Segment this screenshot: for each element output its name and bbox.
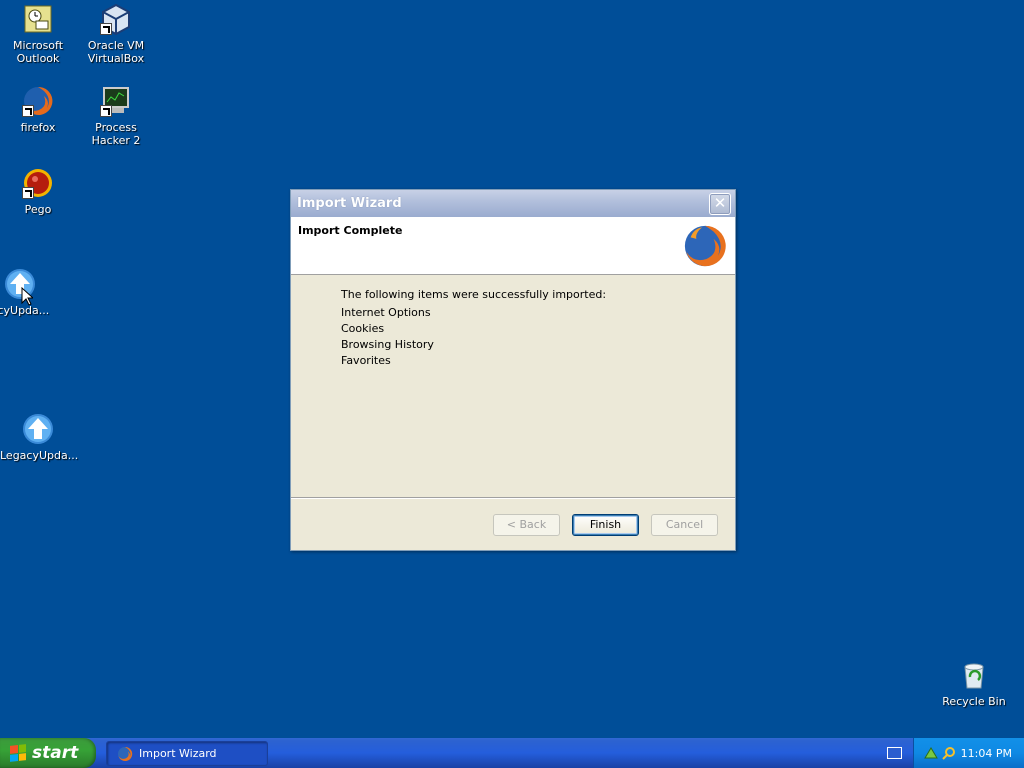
title-bar[interactable]: Import Wizard ✕ bbox=[291, 190, 735, 217]
start-button[interactable]: start bbox=[0, 738, 96, 768]
start-label: start bbox=[32, 743, 79, 763]
windows-logo-icon bbox=[10, 744, 26, 762]
firefox-icon bbox=[118, 746, 133, 761]
wizard-header: Import Complete bbox=[291, 217, 735, 275]
desktop-icon-recycle-bin[interactable]: Recycle Bin bbox=[936, 659, 1012, 708]
pego-icon bbox=[22, 167, 54, 199]
divider bbox=[291, 497, 735, 499]
close-icon: ✕ bbox=[713, 193, 727, 212]
icon-label: firefox bbox=[20, 121, 56, 134]
icon-label: Process Hacker 2 bbox=[91, 121, 141, 147]
taskbar-item-label: Import Wizard bbox=[139, 747, 217, 760]
legacy-update-icon bbox=[22, 413, 54, 445]
desktop-icon-virtualbox[interactable]: Oracle VM VirtualBox bbox=[78, 3, 154, 65]
list-item: Internet Options bbox=[341, 306, 431, 319]
shortcut-arrow-icon bbox=[100, 105, 112, 117]
cancel-button[interactable]: Cancel bbox=[651, 514, 718, 536]
list-item: Cookies bbox=[341, 322, 385, 335]
firefox-icon bbox=[22, 85, 54, 117]
button-row: < Back Finish Cancel bbox=[493, 514, 718, 536]
import-wizard-window: Import Wizard ✕ Import Complete The foll… bbox=[290, 189, 736, 551]
import-summary-text: The following items were successfully im… bbox=[341, 288, 607, 301]
search-icon[interactable] bbox=[942, 746, 956, 760]
desktop-icon-outlook[interactable]: Microsoft Outlook bbox=[0, 3, 76, 65]
network-icon[interactable] bbox=[924, 746, 938, 760]
page-heading: Import Complete bbox=[298, 224, 403, 237]
taskbar-item-import-wizard[interactable]: Import Wizard bbox=[106, 741, 268, 766]
icon-label: Recycle Bin bbox=[942, 695, 1006, 708]
icon-label: Pego bbox=[24, 203, 52, 216]
back-button[interactable]: < Back bbox=[493, 514, 560, 536]
mouse-cursor-icon bbox=[21, 287, 33, 306]
close-button[interactable]: ✕ bbox=[709, 192, 731, 215]
desktop-icon-legacyupdate[interactable]: LegacyUpda... bbox=[0, 413, 79, 462]
shortcut-arrow-icon bbox=[100, 23, 112, 35]
list-item: Favorites bbox=[341, 354, 391, 367]
firefox-logo-icon bbox=[684, 225, 726, 267]
desktop-icon-pego[interactable]: Pego bbox=[0, 167, 76, 216]
finish-button[interactable]: Finish bbox=[572, 514, 639, 536]
shortcut-arrow-icon bbox=[22, 105, 34, 117]
list-item: Browsing History bbox=[341, 338, 434, 351]
clock[interactable]: 11:04 PM bbox=[961, 747, 1012, 760]
virtualbox-icon bbox=[100, 3, 132, 36]
system-tray: 11:04 PM bbox=[913, 738, 1024, 768]
outlook-icon bbox=[22, 3, 54, 35]
taskbar: start Import Wizard 11:04 PM bbox=[0, 738, 1024, 768]
recycle-bin-icon bbox=[958, 659, 990, 691]
icon-label: LegacyUpda... bbox=[0, 449, 79, 462]
icon-label: Microsoft Outlook bbox=[12, 39, 64, 65]
process-hacker-icon bbox=[100, 85, 132, 117]
keyboard-icon[interactable] bbox=[887, 747, 902, 759]
wizard-content: The following items were successfully im… bbox=[291, 275, 735, 497]
desktop-icon-firefox[interactable]: firefox bbox=[0, 85, 76, 134]
window-title: Import Wizard bbox=[297, 196, 402, 211]
icon-label: Oracle VM VirtualBox bbox=[87, 39, 145, 65]
shortcut-arrow-icon bbox=[22, 187, 34, 199]
desktop-icon-process-hacker[interactable]: Process Hacker 2 bbox=[78, 85, 154, 147]
